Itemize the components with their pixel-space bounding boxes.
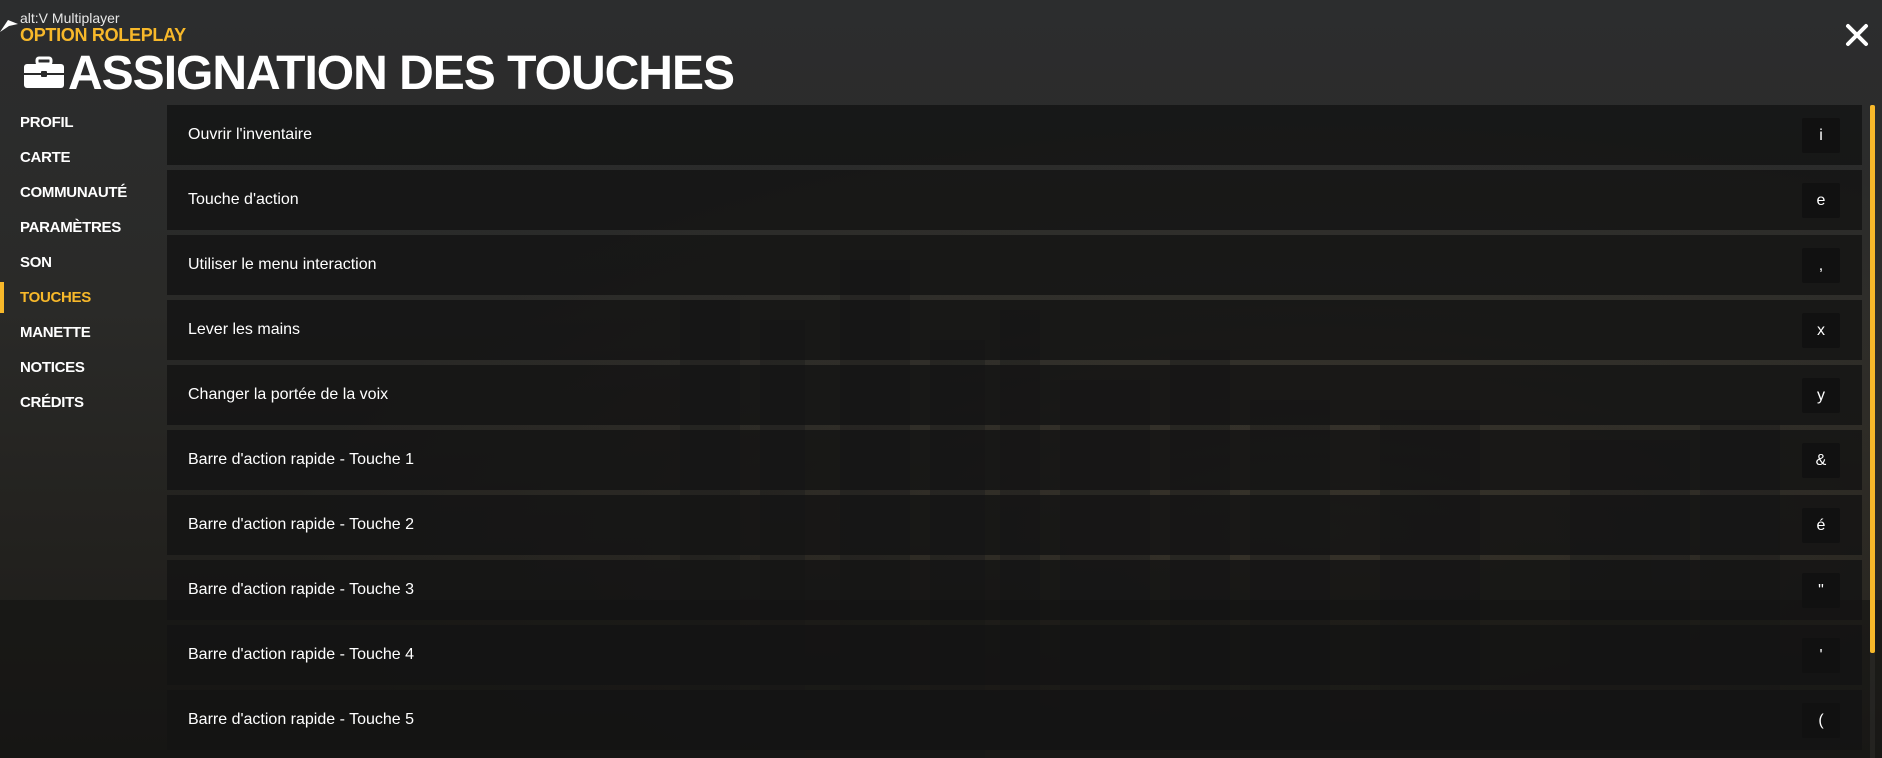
keybind-action-label: Barre d'action rapide - Touche 1 bbox=[188, 451, 415, 468]
sidebar-nav: PROFIL CARTE COMMUNAUTÉ PARAMÈTRES SON T… bbox=[0, 105, 160, 420]
keybind-key-button[interactable]: i bbox=[1802, 118, 1840, 153]
keybind-key-button[interactable]: ' bbox=[1802, 638, 1840, 673]
keybind-key-button[interactable]: & bbox=[1802, 443, 1840, 478]
keybind-action-label: Lever les mains bbox=[188, 321, 301, 338]
keybind-action-label: Barre d'action rapide - Touche 5 bbox=[188, 711, 415, 728]
sidebar-item-son[interactable]: SON bbox=[0, 245, 160, 280]
sidebar-item-profil[interactable]: PROFIL bbox=[0, 105, 160, 140]
keybind-action-label: Barre d'action rapide - Touche 3 bbox=[188, 581, 415, 598]
keybind-row[interactable]: Barre d'action rapide - Touche 4 ' bbox=[167, 625, 1862, 685]
keybind-action-label: Ouvrir l'inventaire bbox=[188, 126, 312, 143]
brand: alt:V Multiplayer OPTION ROLEPLAY bbox=[0, 8, 260, 48]
keybind-action-label: Barre d'action rapide - Touche 2 bbox=[188, 516, 415, 533]
scrollbar-thumb[interactable] bbox=[1870, 105, 1875, 653]
keybind-action-label: Changer la portée de la voix bbox=[188, 386, 389, 403]
keybind-row[interactable]: Touche d'action e bbox=[167, 170, 1862, 230]
keybind-row[interactable]: Utiliser le menu interaction , bbox=[167, 235, 1862, 295]
sidebar-item-credits[interactable]: CRÉDITS bbox=[0, 385, 160, 420]
keybind-row[interactable]: Barre d'action rapide - Touche 5 ( bbox=[167, 690, 1862, 750]
brand-subtitle: alt:V Multiplayer bbox=[20, 10, 120, 26]
altv-logo-icon bbox=[0, 20, 18, 32]
sidebar-item-manette[interactable]: MANETTE bbox=[0, 315, 160, 350]
keybind-action-label: Barre d'action rapide - Touche 4 bbox=[188, 646, 415, 663]
keybind-list: Ouvrir l'inventaire i Touche d'action e … bbox=[167, 105, 1862, 758]
keybind-key-button[interactable]: x bbox=[1802, 313, 1840, 348]
keybind-row[interactable]: Ouvrir l'inventaire i bbox=[167, 105, 1862, 165]
keybind-key-button[interactable]: " bbox=[1802, 573, 1840, 608]
keybind-key-button[interactable]: é bbox=[1802, 508, 1840, 543]
toolbox-icon bbox=[24, 56, 64, 88]
close-button[interactable] bbox=[1844, 22, 1870, 48]
brand-title: OPTION ROLEPLAY bbox=[20, 25, 186, 45]
keybind-row[interactable]: Changer la portée de la voix y bbox=[167, 365, 1862, 425]
keybind-key-button[interactable]: e bbox=[1802, 183, 1840, 218]
sidebar-item-communaute[interactable]: COMMUNAUTÉ bbox=[0, 175, 160, 210]
keybind-key-button[interactable]: , bbox=[1802, 248, 1840, 283]
close-icon bbox=[1846, 24, 1868, 46]
scrollbar[interactable] bbox=[1870, 105, 1875, 758]
sidebar-item-carte[interactable]: CARTE bbox=[0, 140, 160, 175]
page-header: ASSIGNATION DES TOUCHES bbox=[22, 46, 735, 100]
keybind-action-label: Utiliser le menu interaction bbox=[188, 256, 377, 273]
keybind-row[interactable]: Barre d'action rapide - Touche 3 " bbox=[167, 560, 1862, 620]
keybind-row[interactable]: Barre d'action rapide - Touche 2 é bbox=[167, 495, 1862, 555]
keybind-row[interactable]: Lever les mains x bbox=[167, 300, 1862, 360]
sidebar-item-notices[interactable]: NOTICES bbox=[0, 350, 160, 385]
page-title: ASSIGNATION DES TOUCHES bbox=[68, 46, 735, 100]
keybind-key-button[interactable]: ( bbox=[1802, 703, 1840, 738]
sidebar-item-parametres[interactable]: PARAMÈTRES bbox=[0, 210, 160, 245]
sidebar-item-touches[interactable]: TOUCHES bbox=[0, 280, 160, 315]
keybind-key-button[interactable]: y bbox=[1802, 378, 1840, 413]
keybind-action-label: Touche d'action bbox=[188, 191, 299, 208]
keybind-row[interactable]: Barre d'action rapide - Touche 1 & bbox=[167, 430, 1862, 490]
